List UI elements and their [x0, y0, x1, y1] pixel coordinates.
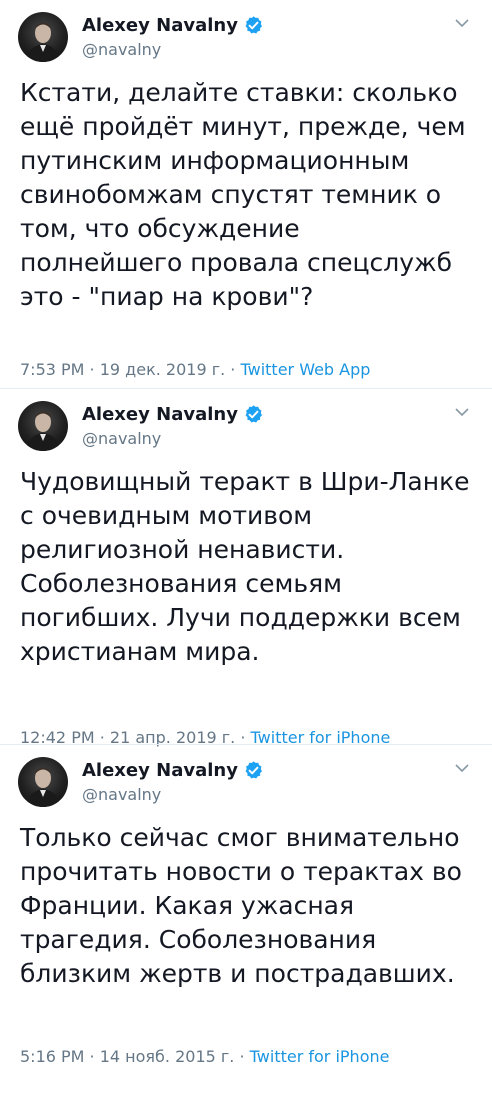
tweet-card[interactable]: Alexey Navalny @navalny Только сейчас см…	[0, 744, 492, 1104]
author-handle[interactable]: @navalny	[82, 429, 161, 448]
avatar[interactable]	[18, 401, 68, 451]
author-name[interactable]: Alexey Navalny	[82, 15, 238, 36]
tweet-time[interactable]: 5:16 PM	[20, 1047, 84, 1066]
author-row: Alexey Navalny	[82, 12, 264, 38]
tweet-date[interactable]: 19 дек. 2019 г.	[100, 360, 225, 379]
author-handle[interactable]: @navalny	[82, 785, 161, 804]
verified-badge-icon	[243, 760, 264, 781]
verified-badge-icon	[243, 404, 264, 425]
author-row: Alexey Navalny	[82, 757, 264, 783]
tweet-meta: 7:53 PM · 19 дек. 2019 г. · Twitter Web …	[20, 360, 370, 379]
tweet-card[interactable]: Alexey Navalny @navalny Кстати, делайте …	[0, 0, 492, 379]
tweet-text: Кстати, делайте ставки: сколько ещё прой…	[20, 78, 466, 311]
tweet-source-link[interactable]: Twitter for iPhone	[250, 1047, 390, 1066]
tweet-source-link[interactable]: Twitter Web App	[240, 360, 370, 379]
chevron-down-icon[interactable]	[454, 14, 470, 28]
tweet-text: Только сейчас смог внимательно прочитать…	[20, 823, 462, 988]
meta-separator: ·	[234, 1047, 250, 1066]
tweet-text: Чудовищный теракт в Шри-Ланке с очевидны…	[20, 467, 470, 666]
avatar[interactable]	[18, 757, 68, 807]
verified-badge-icon	[243, 15, 264, 36]
tweet-date[interactable]: 14 нояб. 2015 г.	[100, 1047, 235, 1066]
tweet-meta: 5:16 PM · 14 нояб. 2015 г. · Twitter for…	[20, 1047, 389, 1066]
meta-separator: ·	[84, 360, 100, 379]
author-name[interactable]: Alexey Navalny	[82, 404, 238, 425]
author-name[interactable]: Alexey Navalny	[82, 760, 238, 781]
avatar[interactable]	[18, 12, 68, 62]
tweet-card[interactable]: Alexey Navalny @navalny Чудовищный терак…	[0, 388, 492, 748]
author-handle[interactable]: @navalny	[82, 40, 161, 59]
chevron-down-icon[interactable]	[454, 403, 470, 417]
meta-separator: ·	[225, 360, 241, 379]
author-row: Alexey Navalny	[82, 401, 264, 427]
meta-separator: ·	[84, 1047, 100, 1066]
tweet-time[interactable]: 7:53 PM	[20, 360, 84, 379]
chevron-down-icon[interactable]	[454, 759, 470, 773]
